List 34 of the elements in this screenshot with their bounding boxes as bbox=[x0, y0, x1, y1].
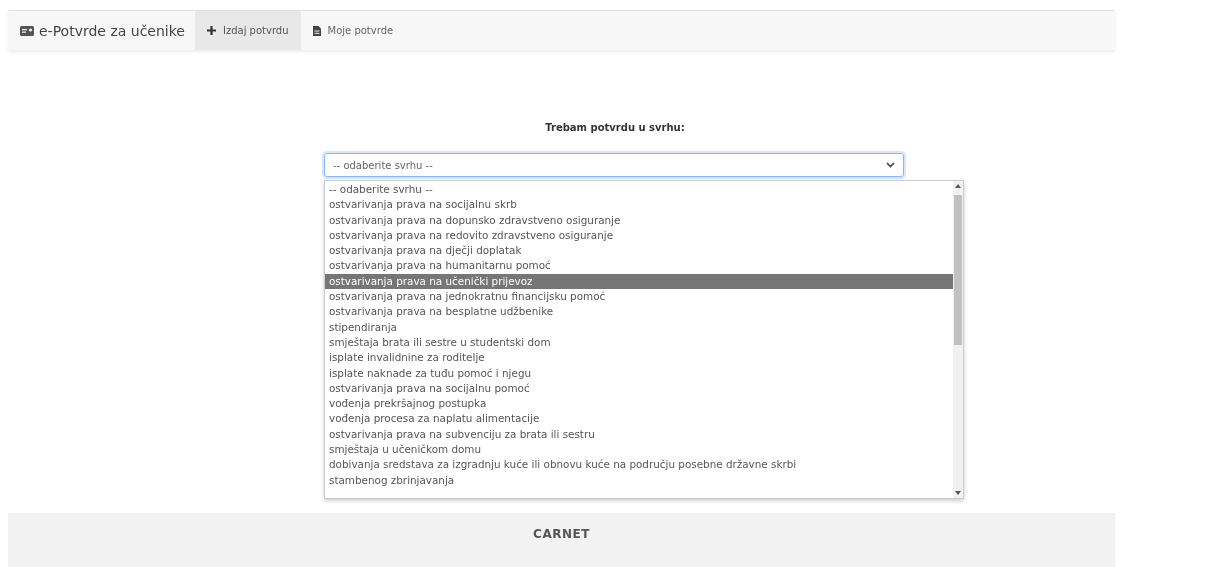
dropdown-option[interactable]: ostvarivanja prava na učenički prijevoz bbox=[325, 273, 953, 290]
dropdown-option[interactable]: ostvarivanja prava na subvenciju za brata ili sestru bbox=[325, 426, 953, 443]
nav-tab[interactable]: Izdaj potvrdu bbox=[194, 11, 301, 50]
logo: CARNET bbox=[533, 527, 590, 541]
chevron-down-icon bbox=[886, 162, 895, 168]
purpose-select[interactable]: -- odaberite svrhu -- bbox=[324, 153, 904, 177]
plus-icon bbox=[206, 26, 216, 35]
dropdown-option[interactable]: stipendiranja bbox=[325, 319, 953, 335]
dropdown-option[interactable]: ostvarivanja prava na jednokratnu financijsku pomoć bbox=[325, 289, 953, 305]
dropdown-option[interactable]: ostvarivanja prava na humanitarnu pomoć bbox=[325, 258, 953, 274]
id-card-icon bbox=[20, 25, 34, 36]
dropdown-option[interactable]: vođenja prekršajnog postupka bbox=[325, 396, 953, 412]
dropdown-option[interactable]: ostvarivanja prava na socijalnu skrb bbox=[325, 197, 953, 213]
dropdown-option[interactable]: ostvarivanja prava na dopunsko zdravstveno osiguranje bbox=[325, 212, 953, 228]
dropdown-option[interactable]: ostvarivanja prava na besplatne udžbenike bbox=[325, 304, 953, 320]
dropdown-option[interactable]: ostvarivanja prava na dječji doplatak bbox=[325, 243, 953, 259]
scroll-down-icon[interactable] bbox=[955, 491, 961, 495]
scroll-up-icon[interactable] bbox=[955, 184, 961, 188]
dropdown-option[interactable]: dobivanja sredstava za izgradnju kuće ili obnovu kuće na području posebne državne skrbi bbox=[325, 457, 953, 473]
dropdown-option[interactable]: -- odaberite svrhu -- bbox=[325, 182, 953, 198]
dropdown-option[interactable]: isplate naknade za tuđu pomoć i njegu bbox=[325, 365, 953, 381]
dropdown-option[interactable]: ostvarivanja prava na socijalnu pomoć bbox=[325, 380, 953, 397]
dropdown-option[interactable]: stambenog zbrinjavanja bbox=[325, 472, 953, 488]
dropdown-option[interactable]: vođenja procesa za naplatu alimentacije bbox=[325, 411, 953, 427]
dropdown-option[interactable]: smještaja u učeničkom domu bbox=[325, 442, 953, 458]
nav-tab[interactable]: Moje potvrde bbox=[300, 11, 406, 50]
scrollbar[interactable] bbox=[953, 181, 963, 498]
form-label: Trebam potvrdu u svrhu: bbox=[544, 122, 686, 133]
scrollbar-thumb[interactable] bbox=[954, 195, 962, 345]
brand-title[interactable]: e-Potvrde za učenike bbox=[39, 22, 185, 39]
document-icon bbox=[312, 25, 321, 36]
dropdown-option[interactable]: smještaja brata ili sestre u studentski dom bbox=[325, 334, 953, 351]
dropdown-option[interactable]: ostvarivanja prava na redovito zdravstveno osiguranje bbox=[325, 227, 953, 244]
dropdown-option[interactable]: isplate invalidnine za roditelje bbox=[325, 350, 953, 366]
